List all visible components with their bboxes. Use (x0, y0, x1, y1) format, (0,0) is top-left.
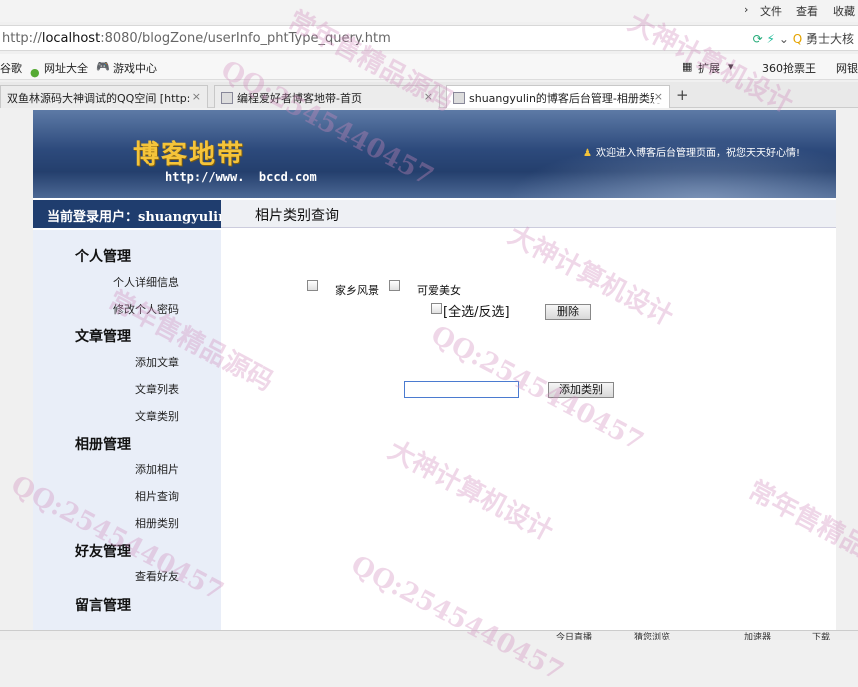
tab-blog-admin[interactable]: shuangyulin的博客后台管理-相册类别 × (446, 85, 670, 108)
content-area: 家乡风景 可爱美女 [全选/反选] 删除 添加类别 (221, 230, 836, 630)
chevron-right-icon[interactable]: › (744, 3, 748, 16)
search-engine-icon[interactable]: Q (793, 32, 802, 46)
sidebar-item-add-photo[interactable]: 添加相片 (135, 461, 179, 477)
category-label: 可爱美女 (417, 284, 461, 297)
status-browse[interactable]: 猜您浏览 (634, 631, 670, 640)
chevron-down-icon[interactable]: ▾ (728, 60, 734, 73)
delete-button[interactable]: 删除 (545, 304, 591, 320)
refresh-icon[interactable]: ⟳ (753, 32, 763, 46)
sidebar-group-album: 相册管理 (75, 437, 131, 453)
category-checkbox[interactable] (307, 280, 318, 291)
sidebar: 个人管理 个人详细信息 修改个人密码 文章管理 添加文章 文章列表 文章类别 相… (33, 230, 221, 630)
page-title: 相片类别查询 (255, 208, 339, 224)
category-label: 家乡风景 (335, 284, 379, 297)
sidebar-item-profile[interactable]: 个人详细信息 (113, 274, 179, 290)
sidebar-group-personal: 个人管理 (75, 249, 131, 265)
sidebar-group-messages: 留言管理 (75, 598, 131, 614)
menu-file[interactable]: 文件 (760, 3, 782, 19)
url-text[interactable]: http://localhost:8080/blogZone/userInfo_… (2, 31, 391, 46)
status-accelerator[interactable]: 加速器 (744, 631, 771, 640)
user-bar: 当前登录用户：shuangyulin 相片类别查询 (33, 200, 836, 228)
sidebar-item-article-list[interactable]: 文章列表 (135, 381, 179, 397)
sidebar-item-password[interactable]: 修改个人密码 (113, 301, 179, 317)
search-text[interactable]: 勇士大核 (806, 32, 854, 46)
status-download[interactable]: 下载 (812, 631, 830, 640)
sidebar-group-articles: 文章管理 (75, 329, 131, 345)
sidebar-group-friends: 好友管理 (75, 544, 131, 560)
current-user: 当前登录用户：shuangyulin (33, 200, 221, 228)
web-page: 博客地带 http://www. bccd.com ♟ 欢迎进入博客后台管理页面，… (33, 110, 836, 630)
chevron-down-icon[interactable]: ⌄ (779, 32, 789, 46)
tab-title: 双鱼林源码大神调试的QQ空间 [http: (7, 92, 191, 105)
browser-menu-bar: › 文件 查看 收藏 (0, 0, 858, 22)
lightning-icon[interactable]: ⚡ (767, 32, 775, 46)
welcome-message: ♟ 欢迎进入博客后台管理页面，祝您天天好心情! (583, 144, 800, 159)
extensions-icon: ▦ (682, 60, 693, 73)
sidebar-item-view-friends[interactable]: 查看好友 (135, 568, 179, 584)
category-checkbox[interactable] (389, 280, 400, 291)
select-all-label: [全选/反选] (443, 305, 510, 320)
close-icon[interactable]: × (424, 90, 433, 103)
category-name-input[interactable] (404, 381, 519, 398)
fav-extensions[interactable]: 扩展 (698, 60, 720, 76)
status-live[interactable]: 今日直播 (556, 631, 592, 640)
menu-favorites[interactable]: 收藏 (833, 3, 855, 19)
tab-strip: 双鱼林源码大神调试的QQ空间 [http: × 编程爱好者博客地带-首页 × s… (0, 82, 858, 108)
page-icon (221, 92, 233, 104)
menu-view[interactable]: 查看 (796, 3, 818, 19)
close-icon[interactable]: × (653, 90, 663, 103)
welcome-text: 欢迎进入博客后台管理页面，祝您天天好心情! (595, 148, 800, 159)
fav-site-directory[interactable]: 网址大全 (44, 60, 88, 76)
close-icon[interactable]: × (192, 90, 201, 103)
address-bar[interactable]: http://localhost:8080/blogZone/userInfo_… (0, 25, 858, 51)
add-category-button[interactable]: 添加类别 (548, 382, 614, 398)
site-banner: 博客地带 http://www. bccd.com ♟ 欢迎进入博客后台管理页面，… (33, 110, 836, 198)
user-icon: ♟ (583, 148, 592, 159)
tab-title: shuangyulin的博客后台管理-相册类别 (469, 92, 661, 105)
favorites-bar: 谷歌 ● 网址大全 🎮 游戏中心 ▦ 扩展 ▾ 360抢票王 网银 (0, 54, 858, 80)
sidebar-item-photo-query[interactable]: 相片查询 (135, 488, 179, 504)
fav-bank[interactable]: 网银 (836, 60, 858, 76)
select-all-checkbox[interactable] (431, 303, 442, 314)
fav-ticket[interactable]: 360抢票王 (762, 60, 816, 76)
gamepad-icon: 🎮 (96, 60, 110, 73)
page-icon (453, 92, 465, 104)
sidebar-item-article-types[interactable]: 文章类别 (135, 408, 179, 424)
fav-google[interactable]: 谷歌 (0, 60, 22, 76)
site-logo: 博客地带 (133, 140, 246, 170)
tab-blog-home[interactable]: 编程爱好者博客地带-首页 × (214, 85, 440, 108)
status-bar: 今日直播 猜您浏览 加速器 下载 (0, 630, 858, 640)
tab-title: 编程爱好者博客地带-首页 (237, 92, 362, 105)
fav-game-center[interactable]: 游戏中心 (113, 60, 157, 76)
address-bar-tools: ⟳ ⚡ ⌄ Q 勇士大核 (753, 30, 854, 47)
sidebar-item-add-article[interactable]: 添加文章 (135, 354, 179, 370)
sidebar-item-album-types[interactable]: 相册类别 (135, 515, 179, 531)
new-tab-button[interactable]: + (676, 86, 689, 104)
tab-qq-space[interactable]: 双鱼林源码大神调试的QQ空间 [http: × (0, 85, 208, 108)
site-url: http://www. bccd.com (165, 170, 317, 184)
